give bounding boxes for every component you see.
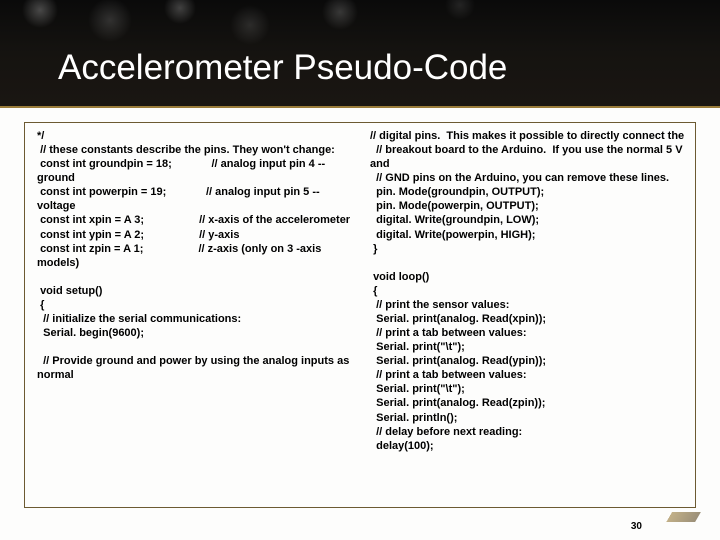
code-column-left: */ // these constants describe the pins.… (37, 129, 352, 501)
content-frame: */ // these constants describe the pins.… (24, 122, 696, 508)
header-band: Accelerometer Pseudo-Code (0, 0, 720, 108)
corner-accent (647, 512, 701, 522)
page-number: 30 (631, 521, 642, 532)
code-column-right: // digital pins. This makes it possible … (370, 129, 685, 501)
slide-title: Accelerometer Pseudo-Code (58, 48, 507, 88)
